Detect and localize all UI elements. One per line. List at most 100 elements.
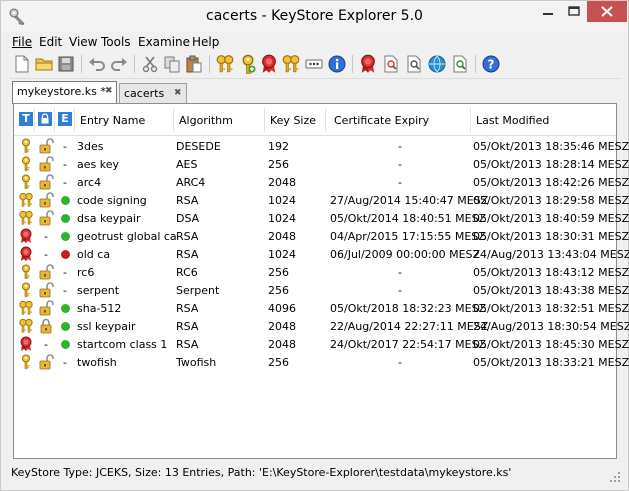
properties-info-icon[interactable] [327,54,347,74]
tab-close-icon[interactable]: ✖ [105,86,113,96]
help-icon[interactable]: ? [481,54,501,74]
table-row[interactable]: - serpent Serpent 256 05/Okt/2013 18:43:38 M… [14,281,629,299]
menu-help-label: Help [192,35,220,49]
copy-icon[interactable] [162,54,182,74]
column-header-last-modified[interactable]: Last Modified [476,114,549,127]
table-row[interactable]: -3des DESEDE 192 05/Okt/2013 18:35:46 MESZ - [14,137,629,155]
key-size-cell: 192 [268,140,289,153]
column-header-entry-name[interactable]: Entry Name [80,114,145,127]
tab-cacerts[interactable]: cacerts ✖ [119,83,187,103]
tab-mykeystore[interactable]: mykeystore.ks * ✖ [12,81,117,104]
generate-keypair-icon[interactable] [215,54,235,74]
table-row[interactable]: ssl keypair RSA 2048 24/Aug/2013 18:30:54 M… [14,317,629,335]
column-separator [173,108,174,132]
key-size-cell: 2048 [268,230,296,243]
new-keystore-icon[interactable] [12,54,32,74]
column-header-certificate-expiry[interactable]: Certificate Expiry [334,114,429,127]
menu-view[interactable]: View [69,35,97,49]
valid-status-icon [61,232,70,241]
key-size-cell: 4096 [268,302,296,315]
entry-type-column-icon[interactable]: T [19,112,33,126]
table-row[interactable]: sha-512 RSA 4096 05/Okt/2013 18:32:51 MESZ 0… [14,299,629,317]
generate-secret-key-icon[interactable] [237,54,257,74]
key-size-cell: 256 [268,266,289,279]
table-row[interactable]: - aes key AES 256 05/Okt/2013 18:28:14 MESZ - [14,155,629,173]
certificate-expiry-cell: 24/Okt/2017 22:54:17 MESZ [330,338,487,351]
algorithm-cell: ARC4 [176,176,206,189]
lock-open-icon [38,138,54,154]
entry-name-cell: ssl keypair [77,320,136,333]
lock-status-column-icon[interactable] [38,112,52,126]
examine-csr-icon[interactable] [450,54,470,74]
column-header-key-size[interactable]: Key Size [270,114,316,127]
table-row[interactable]: - geotrust global ca RSA 2048 05/Okt/2013 18… [14,227,629,245]
table-row[interactable]: - rc6 RC6 256 05/Okt/2013 18:43:12 MESZ - [14,263,629,281]
menu-edit[interactable]: Edit [39,35,62,49]
trusted-certificate-icon [18,246,34,262]
expiry-status-none: - [63,284,67,297]
menu-examine[interactable]: Examine [138,35,190,49]
tab-close-icon[interactable]: ✖ [174,88,182,98]
close-button[interactable] [587,1,627,22]
tab-cacerts-label: cacerts [124,87,165,100]
entry-name-cell: arc4 [77,176,102,189]
table-row[interactable]: - twofish Twofish 256 05/Okt/2013 18:33:21 M… [14,353,629,371]
trusted-certificate-icon [18,336,34,352]
minimize-button[interactable] [534,1,562,22]
entry-name-cell: 3des [77,140,104,153]
keystore-entries-table[interactable]: T E Entry Name Algorithm Key Size Certif… [13,103,629,459]
save-keystore-icon[interactable] [56,54,76,74]
menu-help[interactable]: Help [192,35,219,49]
lock-status-none: - [44,230,48,243]
expiry-status-column-icon[interactable]: E [58,112,72,126]
title-bar[interactable]: cacerts - KeyStore Explorer 5.0 [1,1,628,32]
algorithm-cell: Twofish [176,356,217,369]
entry-name-cell: rc6 [77,266,95,279]
menu-file[interactable]: File [12,35,32,49]
key-pair-icon [18,300,34,316]
lock-open-icon [38,282,54,298]
algorithm-cell: AES [176,158,198,171]
secret-key-icon [18,156,34,172]
redo-icon[interactable] [109,54,129,74]
last-modified-cell: 05/Okt/2013 18:30:31 MESZ [473,230,629,243]
examine-ssl-icon[interactable] [427,54,447,74]
column-header-algorithm[interactable]: Algorithm [179,114,233,127]
certificate-expiry-cell: 05/Okt/2014 18:40:51 MESZ [330,212,487,225]
cut-icon[interactable] [140,54,160,74]
algorithm-cell: RC6 [176,266,198,279]
table-row[interactable]: - old ca RSA 1024 24/Aug/2013 13:43:04 MESZ 0… [14,245,629,263]
paste-icon[interactable] [184,54,204,74]
maximize-button[interactable] [561,1,589,22]
last-modified-cell: 24/Aug/2013 13:43:04 MESZ [473,248,629,261]
lock-open-icon [38,264,54,280]
examine-clipboard-icon[interactable] [404,54,424,74]
certificate-expiry-cell: 05/Okt/2018 18:32:23 MESZ [330,302,487,315]
entry-name-cell: geotrust global ca [77,230,177,243]
import-keypair-icon[interactable] [281,54,301,74]
key-pair-icon [18,210,34,226]
table-row[interactable]: code signing RSA 1024 05/Okt/2013 18:29:58 … [14,191,629,209]
column-separator [74,108,75,132]
valid-status-icon [61,304,70,313]
import-trusted-certificate-icon[interactable] [259,54,279,74]
algorithm-cell: RSA [176,194,199,207]
last-modified-cell: 24/Aug/2013 18:30:54 MESZ [473,320,629,333]
key-size-cell: 2048 [268,176,296,189]
table-row[interactable]: - startcom class 1 RSA 2048 05/Okt/2013 18:4… [14,335,629,353]
resize-grip-icon[interactable] [609,471,621,483]
entry-name-cell: serpent [77,284,120,297]
table-row[interactable]: - arc4 ARC4 2048 05/Okt/2013 18:42:26 MESZ - [14,173,629,191]
tab-mykeystore-label: mykeystore.ks * [17,85,106,98]
last-modified-cell: 05/Okt/2013 18:32:51 MESZ [473,302,629,315]
column-separator [54,108,55,132]
menu-tools[interactable]: Tools [101,35,131,49]
examine-file-icon[interactable] [381,54,401,74]
undo-icon[interactable] [87,54,107,74]
table-row[interactable]: dsa keypair DSA 1024 05/Okt/2013 18:40:59 M… [14,209,629,227]
set-password-icon[interactable] [304,54,324,74]
open-keystore-icon[interactable] [34,54,54,74]
valid-status-icon [61,214,70,223]
examine-certificate-icon[interactable] [358,54,378,74]
key-size-cell: 2048 [268,320,296,333]
